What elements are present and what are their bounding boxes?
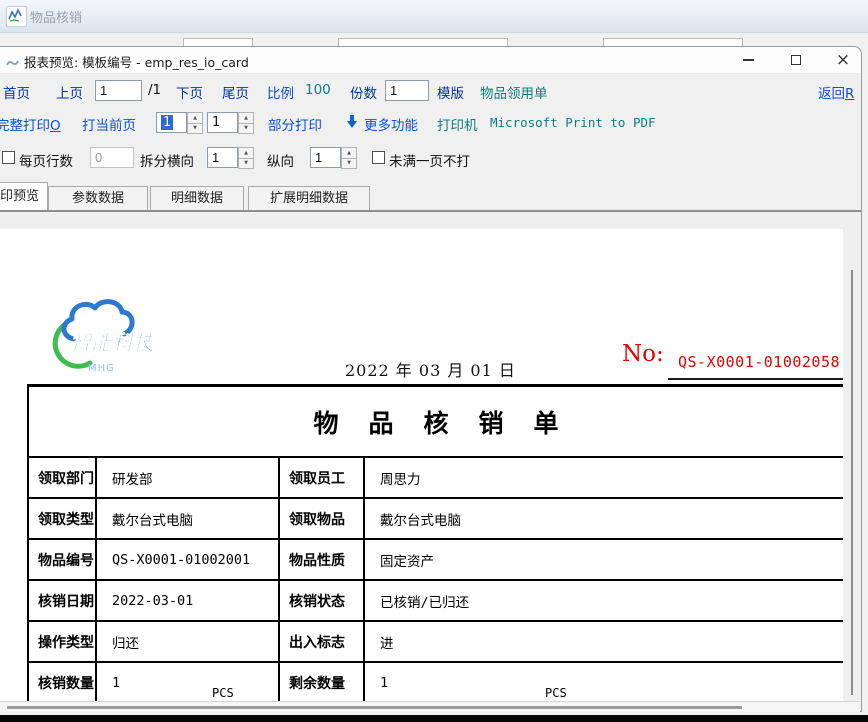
table-row: 核销数量1PCS剩余数量1PCS [29,663,843,701]
print-current-link[interactable]: 打当前页 [82,114,136,134]
parent-titlebar: 物品核销 [0,0,868,33]
value-cell: 归还 [97,622,280,663]
split-vertical-spinner[interactable]: ▲▼ [341,147,357,168]
copies-input[interactable] [385,80,429,101]
dialog-titlebar: 报表预览: 模板编号 - emp_res_io_card × [0,47,861,74]
next-page-link[interactable]: 下页 [176,82,203,102]
maximize-button[interactable] [781,47,811,73]
label-cell: 核销日期 [29,581,97,622]
app-chart-icon [6,6,27,27]
scale-link[interactable]: 比例 [267,82,294,102]
range-to-spinner[interactable]: ▲▼ [238,112,254,133]
horizontal-scrollbar-thumb[interactable] [7,706,742,709]
skip-partial-label: 未满一页不打 [389,150,470,170]
minimize-button[interactable] [733,47,763,73]
doc-no-value: QS-X0001-01002058 [678,353,840,371]
dialog-icon [6,54,19,73]
document-page: 智能科技 MHG 2022 年 03 月 01 日 No: QS-X0001-0… [0,229,843,701]
range-to-input[interactable]: 1 [207,112,238,133]
scale-value: 100 [305,82,331,98]
value-cell: 1PCS [365,663,843,701]
logo-cloud-icon: 智能科技 MHG [52,295,152,385]
partial-print-link[interactable]: 部分打印 [268,114,322,134]
preview-area: 智能科技 MHG 2022 年 03 月 01 日 No: QS-X0001-0… [0,212,860,701]
value-cell: 已核销/已归还 [365,581,843,622]
parent-window-title: 物品核销 [30,7,82,26]
prev-page-link[interactable]: 上页 [56,82,83,102]
value-cell: 戴尔台式电脑 [365,499,843,540]
label-cell: 操作类型 [29,622,97,663]
doc-table: 物品核销单 领取部门研发部领取员工周思力领取类型戴尔台式电脑领取物品戴尔台式电脑… [27,384,843,701]
dialog-title: 报表预览: 模板编号 - emp_res_io_card [24,52,249,71]
unit-label: PCS [212,686,234,700]
more-functions-link[interactable]: 更多功能 [364,114,418,134]
tab-1[interactable]: 打印预览 [0,182,48,210]
printer-label: 打印机 [437,114,478,134]
doc-no-underline [668,378,843,380]
split-horizontal-spinner[interactable]: ▲▼ [238,147,254,168]
value-cell: 固定资产 [365,540,843,581]
printer-value: Microsoft Print to PDF [490,115,656,130]
range-from-input[interactable]: 1 [156,112,187,133]
label-cell: 领取部门 [29,458,97,499]
label-cell: 剩余数量 [280,663,365,701]
split-vertical-label: 纵向 [267,150,294,170]
value-cell: 周思力 [365,458,843,499]
screen: 物品核销 报表预览: 模板编号 - emp_res_io_card × 首页 上… [0,0,868,722]
label-cell: 物品编号 [29,540,97,581]
split-horizontal-label: 拆分横向 [140,150,194,170]
doc-title: 物品核销单 [29,387,843,458]
label-cell: 领取员工 [280,458,365,499]
last-page-link[interactable]: 尾页 [222,82,249,102]
label-cell: 出入标志 [280,622,365,663]
value-cell: QS-X0001-01002001 [97,540,280,581]
split-vertical-input[interactable] [310,147,341,168]
table-row: 物品编号QS-X0001-01002001物品性质固定资产 [29,540,843,581]
rows-per-page-label: 每页行数 [19,150,73,170]
table-row: 领取类型戴尔台式电脑领取物品戴尔台式电脑 [29,499,843,540]
company-logo: 智能科技 MHG [52,295,152,389]
page-number-input[interactable] [95,80,142,101]
template-value: 物品领用单 [480,82,548,102]
report-preview-dialog: 报表预览: 模板编号 - emp_res_io_card × 首页 上页 /1 … [0,46,862,712]
label-cell: 领取物品 [280,499,365,540]
rows-per-page-checkbox[interactable] [2,151,15,164]
label-cell: 物品性质 [280,540,365,581]
back-link[interactable]: 返回R [818,82,854,102]
unit-label: PCS [545,686,567,700]
desktop-strip [0,715,868,722]
value-cell: 进 [365,622,843,663]
page-total-label: /1 [148,82,161,98]
horizontal-scrollbar [0,701,860,712]
table-row: 核销日期2022-03-01核销状态已核销/已归还 [29,581,843,622]
close-button[interactable]: × [828,47,858,73]
split-horizontal-input[interactable] [207,147,238,168]
first-page-link[interactable]: 首页 [3,82,30,102]
more-functions-arrow-icon [346,114,358,133]
doc-date: 2022 年 03 月 01 日 [345,357,516,381]
value-cell: 2022-03-01 [97,581,280,622]
template-label: 模版 [437,82,464,102]
skip-partial-checkbox[interactable] [372,151,385,164]
vertical-scrollbar-thumb[interactable] [851,270,853,695]
table-row: 操作类型归还出入标志进 [29,622,843,663]
full-print-link[interactable]: 完整打印O [0,114,61,134]
copies-label: 份数 [350,82,377,102]
tab-3[interactable]: 明细数据 [150,186,244,210]
logo-subtext: MHG [88,363,115,374]
doc-no-label: No: [622,341,664,367]
value-cell: 1PCS [97,663,280,701]
tab-4[interactable]: 扩展明细数据 [248,186,370,210]
tab-2[interactable]: 参数数据 [48,186,148,210]
label-cell: 领取类型 [29,499,97,540]
logo-text: 智能科技 [70,331,152,355]
value-cell: 研发部 [97,458,280,499]
value-cell: 戴尔台式电脑 [97,499,280,540]
label-cell: 核销状态 [280,581,365,622]
range-from-spinner[interactable]: ▲▼ [187,112,203,133]
table-row: 领取部门研发部领取员工周思力 [29,458,843,499]
label-cell: 核销数量 [29,663,97,701]
rows-per-page-input[interactable] [90,147,134,168]
